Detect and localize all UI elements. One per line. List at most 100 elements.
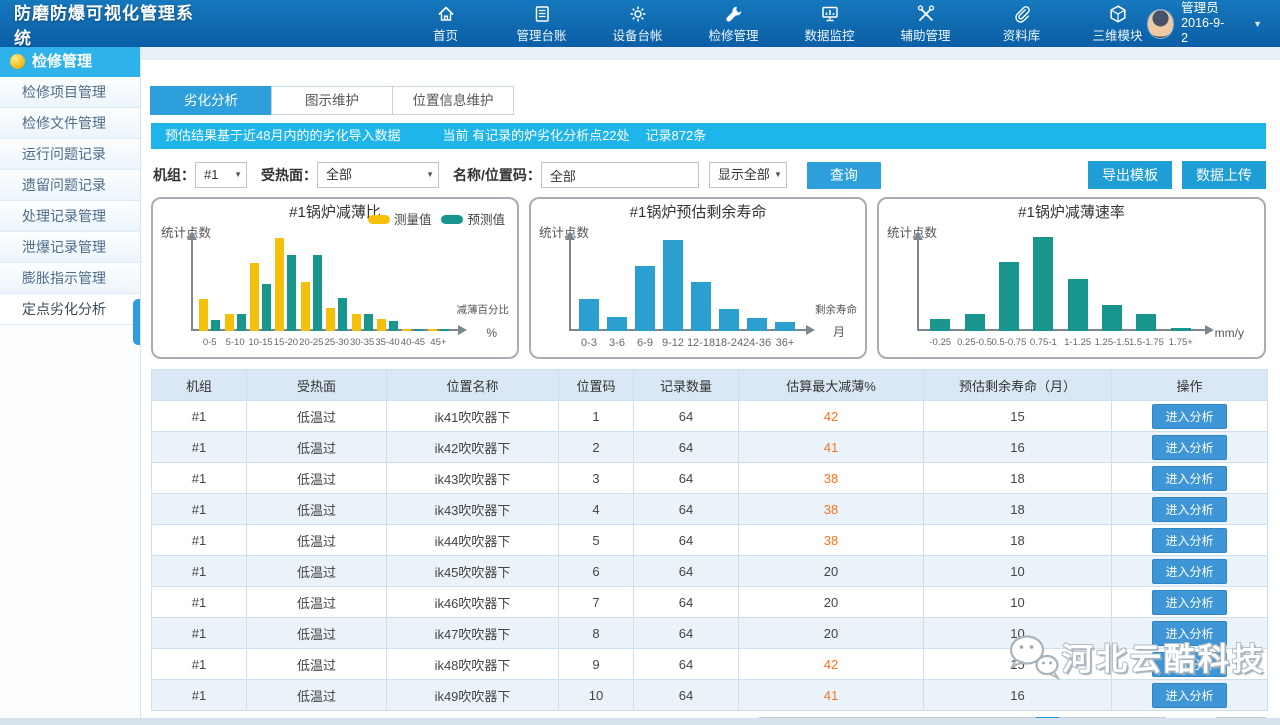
enter-analysis-button[interactable]: 进入分析 (1152, 497, 1226, 522)
x-tick-label: 15-20 (274, 331, 298, 353)
x-tick-label: 36+ (776, 331, 795, 353)
x-tick-label: 0.25-0.5 (957, 331, 992, 353)
sidebar-item-8[interactable]: 定点劣化分析 (0, 294, 140, 325)
cell-code: 6 (559, 556, 634, 587)
chart-title: #1锅炉预估剩余寿命 (539, 203, 857, 223)
cell-name: ik45吹吹器下 (387, 556, 559, 587)
cell-code: 3 (559, 463, 634, 494)
bar (262, 284, 271, 331)
nav-item-label: 检修管理 (708, 25, 758, 44)
cell-unit: #1 (152, 556, 247, 587)
cell-records: 64 (634, 401, 739, 432)
cell-records: 64 (634, 556, 739, 587)
cell-code: 5 (559, 525, 634, 556)
chart-plot: 统计点数 剩余寿命 月 0-33-66-99-1212-1818-2424-36… (539, 223, 857, 353)
x-tick-label: 20-25 (299, 331, 323, 353)
cell-life: 16 (924, 680, 1112, 711)
sidebar-item-6[interactable]: 泄爆记录管理 (0, 232, 140, 263)
sidebar-header[interactable]: 检修管理 (0, 47, 140, 77)
cell-max_thinning: 38 (739, 463, 924, 494)
cell-life: 18 (924, 525, 1112, 556)
sidebar-item-4[interactable]: 遗留问题记录 (0, 170, 140, 201)
user-caret-icon[interactable]: ▼ (1253, 19, 1262, 29)
cell-life: 18 (924, 463, 1112, 494)
sidebar-item-3[interactable]: 运行问题记录 (0, 139, 140, 170)
enter-analysis-button[interactable]: 进入分析 (1152, 404, 1226, 429)
tab-1[interactable]: 劣化分析 (150, 86, 272, 115)
filter-row: 机组： #1▼ 受热面： 全部▼ 名称/位置码： 显示全部▼ 查询 导出模板 数… (151, 161, 1266, 189)
bar (275, 238, 284, 331)
sidebar-item-5[interactable]: 处理记录管理 (0, 201, 140, 232)
cell-max_thinning: 42 (739, 649, 924, 680)
name-label: 名称/位置码： (453, 165, 541, 185)
sidebar-item-7[interactable]: 膨胀指示管理 (0, 263, 140, 294)
info-bar: 预估结果基于近48月内的的劣化导入数据当前 有记录的炉劣化分析点22处记录872… (151, 123, 1266, 149)
enter-analysis-button[interactable]: 进入分析 (1152, 559, 1226, 584)
cell-name: ik43吹吹器下 (387, 463, 559, 494)
cell-name: ik42吹吹器下 (387, 432, 559, 463)
nav-item-2[interactable]: 管理台账 (513, 4, 571, 44)
cell-life: 16 (924, 432, 1112, 463)
cell-code: 1 (559, 401, 634, 432)
cell-code: 9 (559, 649, 634, 680)
nav-item-8[interactable]: 三维模块 (1089, 4, 1147, 44)
cell-action: 进入分析 (1112, 649, 1268, 680)
user-date: 2016-9-2 (1181, 16, 1227, 46)
display-select[interactable]: 显示全部▼ (709, 162, 787, 188)
unit-select-value: #1 (204, 167, 218, 182)
enter-analysis-button[interactable]: 进入分析 (1152, 590, 1226, 615)
unit-label: 机组： (153, 165, 195, 185)
y-axis (917, 239, 919, 331)
cell-action: 进入分析 (1112, 680, 1268, 711)
name-input[interactable] (541, 162, 699, 188)
sidebar-item-2[interactable]: 检修文件管理 (0, 108, 140, 139)
nav-item-6[interactable]: 辅助管理 (897, 4, 955, 44)
nav-item-label: 设备台帐 (612, 25, 662, 44)
app-title: 防磨防爆可视化管理系统 (0, 0, 202, 49)
enter-analysis-button[interactable]: 进入分析 (1152, 652, 1226, 677)
x-tick-label: 0-3 (581, 331, 597, 353)
bar (775, 322, 795, 331)
unit-select[interactable]: #1▼ (195, 162, 247, 188)
bar (930, 319, 950, 331)
nav-item-label: 管理台账 (516, 25, 566, 44)
user-box[interactable]: 管理员 2016-9-2 ▼ (1147, 1, 1263, 46)
enter-analysis-button[interactable]: 进入分析 (1152, 466, 1226, 491)
x-tick-label: -0.25 (929, 331, 951, 353)
cell-surface: 低温过 (247, 525, 387, 556)
nav-item-4[interactable]: 检修管理 (705, 4, 763, 44)
chevron-down-icon: ▼ (426, 163, 434, 187)
surface-select-value: 全部 (326, 167, 352, 182)
enter-analysis-button[interactable]: 进入分析 (1152, 435, 1226, 460)
x-axis-arrow-icon (806, 325, 815, 335)
nav-item-7[interactable]: 资料库 (993, 4, 1051, 44)
nav-item-1[interactable]: 首页 (417, 4, 475, 44)
cell-action: 进入分析 (1112, 618, 1268, 649)
x-tick-label: 24-36 (743, 331, 771, 353)
footer-strip (0, 718, 1280, 725)
cell-life: 18 (924, 494, 1112, 525)
x-axis-arrow-icon (458, 325, 467, 335)
column-header: 记录数量 (634, 370, 739, 401)
nav-item-5[interactable]: 数据监控 (801, 4, 859, 44)
x-tick-label: 1.25-1.5 (1095, 331, 1130, 353)
tools-icon (916, 4, 936, 24)
sidebar-items: 检修项目管理检修文件管理运行问题记录遗留问题记录处理记录管理泄爆记录管理膨胀指示… (0, 77, 140, 325)
sidebar-item-1[interactable]: 检修项目管理 (0, 77, 140, 108)
surface-select[interactable]: 全部 ▼ (317, 162, 439, 188)
export-template-button[interactable]: 导出模板 (1088, 161, 1172, 189)
tab-2[interactable]: 图示维护 (271, 86, 393, 115)
search-button[interactable]: 查询 (807, 162, 881, 189)
bar (719, 309, 739, 331)
cell-surface: 低温过 (247, 587, 387, 618)
cell-max_thinning: 20 (739, 618, 924, 649)
bar (199, 299, 208, 331)
enter-analysis-button[interactable]: 进入分析 (1152, 683, 1226, 708)
data-upload-button[interactable]: 数据上传 (1182, 161, 1266, 189)
nav-item-3[interactable]: 设备台帐 (609, 4, 667, 44)
bar (211, 320, 220, 331)
enter-analysis-button[interactable]: 进入分析 (1152, 528, 1226, 553)
tab-3[interactable]: 位置信息维护 (392, 86, 514, 115)
cell-max_thinning: 42 (739, 401, 924, 432)
enter-analysis-button[interactable]: 进入分析 (1152, 621, 1226, 646)
